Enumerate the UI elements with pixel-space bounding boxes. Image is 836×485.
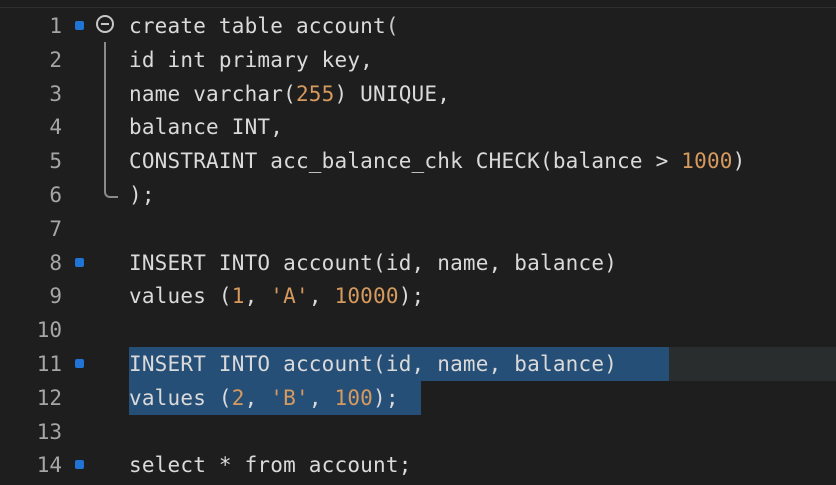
code-token: values ( [129, 284, 232, 309]
code-token: ) [732, 149, 746, 174]
code-token: ) UNIQUE, [334, 81, 451, 106]
code-line-8[interactable]: 8 INSERT INTO account(id, name, balance) [0, 246, 836, 280]
code-token: 1 [231, 284, 245, 309]
code-token: values ( [129, 385, 232, 410]
code-line-2[interactable]: 2 id int primary key, [0, 43, 836, 77]
code-token: 1000 [681, 149, 733, 174]
code-token: 'A' [270, 284, 309, 309]
line-number: 10 [36, 318, 62, 343]
code-line-13[interactable]: 13 [0, 415, 836, 449]
code-line-6[interactable]: 6); [0, 178, 836, 212]
code-token: CONSTRAINT acc_balance_chk CHECK(balance… [129, 149, 682, 174]
code-line-5[interactable]: 5 CONSTRAINT acc_balance_chk CHECK(balanc… [0, 144, 836, 178]
code-text[interactable]: name varchar(255) UNIQUE, [129, 80, 450, 108]
code-text[interactable]: create table account( [129, 12, 399, 40]
change-marker-icon[interactable] [75, 21, 84, 30]
code-line-3[interactable]: 3 name varchar(255) UNIQUE, [0, 77, 836, 111]
line-number: 12 [36, 385, 62, 410]
line-number: 5 [49, 149, 62, 174]
code-token: , [244, 284, 271, 309]
line-number: 4 [49, 115, 62, 140]
code-token: , [308, 385, 335, 410]
line-number: 9 [49, 284, 62, 309]
code-line-12[interactable]: 12 values (2, 'B', 100); [0, 380, 836, 415]
code-text[interactable]: values (2, 'B', 100); [129, 384, 399, 412]
change-marker-icon[interactable] [75, 257, 84, 267]
code-line-7[interactable]: 7 [0, 212, 836, 246]
code-text[interactable]: ); [129, 181, 155, 209]
code-token: 100 [334, 385, 374, 410]
code-line-1[interactable]: 1 create table account( [0, 9, 836, 43]
code-text[interactable]: values (1, 'A', 10000); [129, 282, 424, 310]
change-marker-icon[interactable] [75, 460, 84, 470]
code-text[interactable]: balance INT, [129, 113, 283, 141]
code-text[interactable]: select * from account; [129, 451, 412, 479]
line-number: 2 [49, 47, 62, 72]
code-token: ); [398, 284, 425, 309]
code-line-10[interactable]: 10 [0, 313, 836, 347]
code-token: id int primary key, [129, 47, 374, 72]
code-line-9[interactable]: 9 values (1, 'A', 10000); [0, 279, 836, 313]
code-text[interactable]: id int primary key, [129, 46, 373, 74]
code-token: , [308, 284, 335, 309]
line-number: 14 [36, 453, 62, 478]
code-text[interactable]: INSERT INTO account(id, name, balance) [129, 350, 617, 378]
code-token: ); [373, 385, 399, 410]
line-number: 6 [49, 183, 62, 207]
line-number: 13 [36, 419, 62, 444]
code-token: , [244, 385, 271, 410]
code-token: INSERT INTO account(id, name, balance) [129, 352, 618, 376]
line-number: 7 [49, 216, 62, 241]
code-token: ( [385, 14, 399, 38]
code-token: INSERT INTO account(id, name, balance) [129, 250, 618, 275]
code-token: ); [129, 183, 155, 207]
line-number: 1 [49, 14, 62, 38]
change-marker-icon[interactable] [75, 359, 84, 368]
code-text[interactable]: INSERT INTO account(id, name, balance) [129, 249, 617, 277]
code-token: 10000 [334, 284, 399, 309]
line-number: 8 [49, 250, 62, 275]
code-token: 255 [295, 81, 335, 106]
code-token: 2 [231, 385, 245, 410]
code-token: select * from account; [129, 453, 412, 478]
code-token: create table account [129, 14, 386, 38]
code-editor[interactable]: 1 create table account(2 id int primary ke… [0, 8, 836, 485]
code-line-14[interactable]: 14 select * from account; [0, 448, 836, 482]
code-token: name varchar( [129, 81, 296, 106]
code-line-11[interactable]: 11 INSERT INTO account(id, name, balance) [0, 347, 836, 381]
code-text[interactable]: CONSTRAINT acc_balance_chk CHECK(balance… [129, 147, 745, 175]
fold-collapse-icon[interactable] [96, 15, 114, 33]
line-number: 3 [49, 81, 62, 106]
line-number: 11 [36, 352, 62, 376]
code-line-4[interactable]: 4 balance INT, [0, 110, 836, 144]
code-token: 'B' [270, 385, 309, 410]
code-token: balance INT, [129, 115, 284, 140]
